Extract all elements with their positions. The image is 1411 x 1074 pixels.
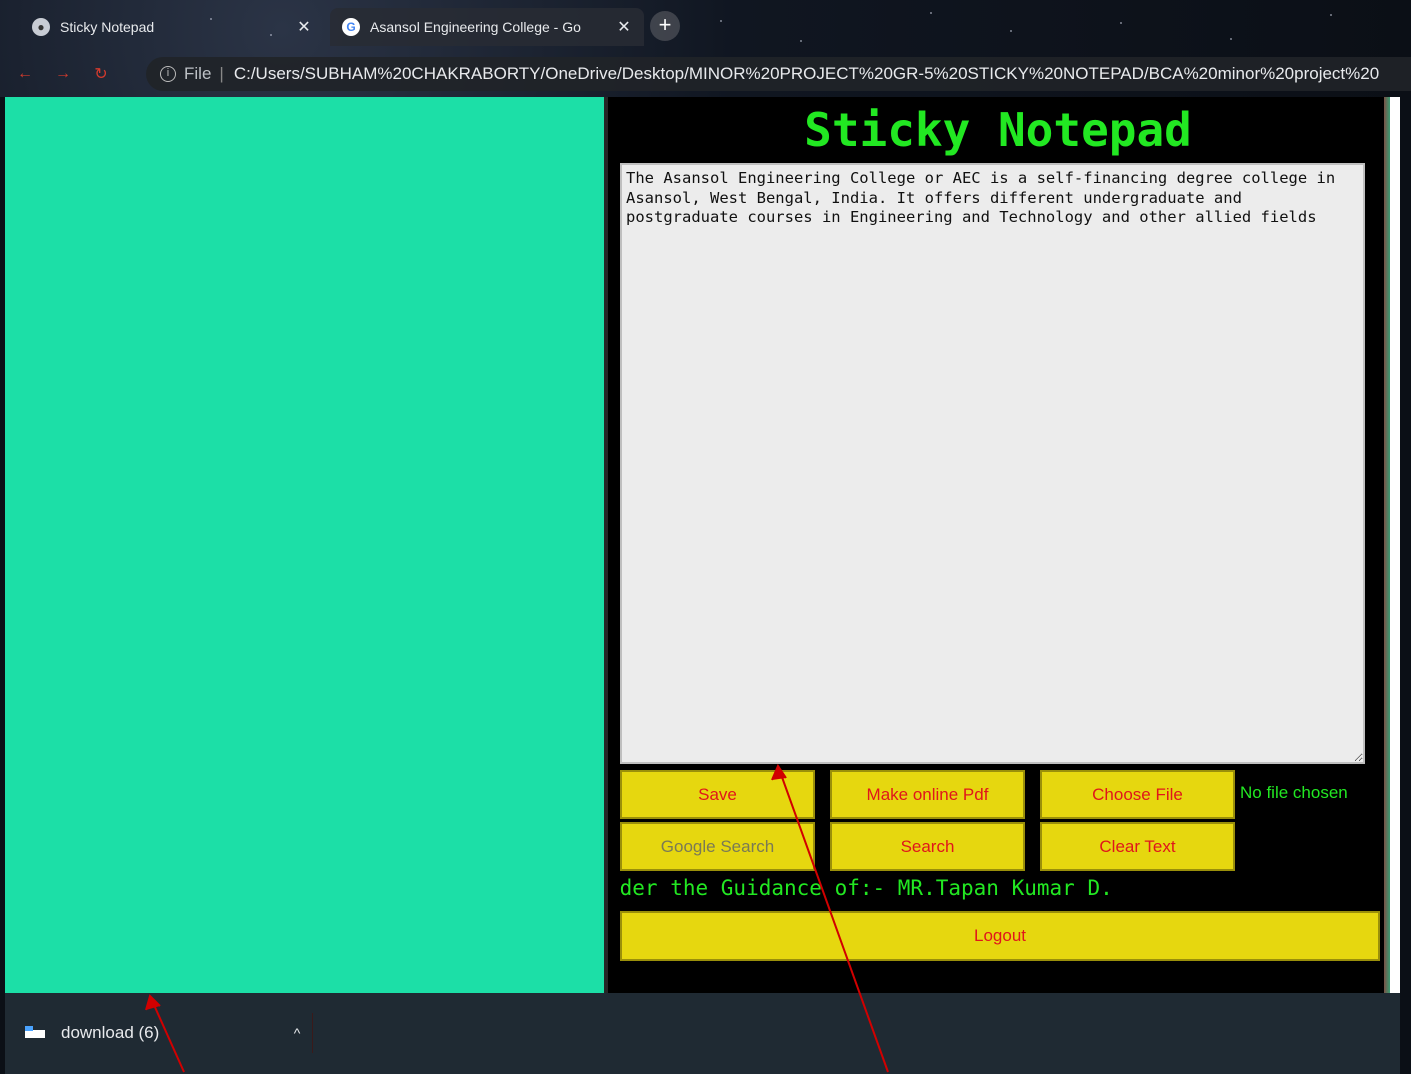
address-url[interactable]: C:/Users/SUBHAM%20CHAKRABORTY/OneDrive/D…: [234, 64, 1379, 84]
browser-chrome: ● Sticky Notepad ✕ G Asansol Engineering…: [0, 0, 1411, 97]
save-button[interactable]: Save: [620, 770, 815, 819]
chevron-up-icon[interactable]: ^: [282, 1025, 312, 1041]
download-item[interactable]: download (6) ^: [25, 1013, 313, 1053]
download-label: download (6): [61, 1023, 160, 1042]
reload-icon[interactable]: ↻: [88, 61, 114, 87]
download-shelf: download (6) ^: [5, 993, 1400, 1074]
navigation-bar: ← → ↻ i File | C:/Users/SUBHAM%20CHAKRAB…: [0, 54, 1411, 94]
make-online-pdf-button[interactable]: Make online Pdf: [830, 770, 1025, 819]
new-tab-button[interactable]: +: [650, 11, 680, 41]
file-icon: [25, 1026, 45, 1040]
close-icon[interactable]: ✕: [612, 17, 636, 37]
logout-button[interactable]: Logout: [620, 911, 1380, 961]
close-icon[interactable]: ✕: [292, 17, 316, 37]
info-icon[interactable]: i: [160, 66, 176, 82]
back-icon[interactable]: ←: [12, 61, 38, 87]
credits-marquee: nar Yadav !! Under the Guidance of:- MR.…: [620, 875, 1365, 905]
globe-icon: ●: [32, 18, 50, 36]
notepad-panel: Sticky Notepad The Asansol Engineering C…: [604, 97, 1384, 993]
address-scheme: File: [184, 64, 212, 83]
page-margin: [1390, 97, 1400, 993]
marquee-text: nar Yadav !! Under the Guidance of:- MR.…: [620, 876, 1113, 900]
forward-icon[interactable]: →: [50, 61, 76, 87]
google-search-button[interactable]: Google Search: [620, 822, 815, 871]
address-bar[interactable]: i File | C:/Users/SUBHAM%20CHAKRABORTY/O…: [146, 57, 1411, 91]
file-status-label: No file chosen: [1240, 783, 1348, 802]
clear-text-button[interactable]: Clear Text: [1040, 822, 1235, 871]
note-textarea[interactable]: The Asansol Engineering College or AEC i…: [620, 163, 1365, 764]
tab-title: Asansol Engineering College - Go: [370, 19, 581, 35]
google-g-icon: G: [342, 18, 360, 36]
page-content: Sticky Notepad The Asansol Engineering C…: [5, 97, 1400, 993]
app-title: Sticky Notepad: [804, 103, 1192, 157]
left-panel: [5, 97, 604, 993]
address-separator: |: [219, 64, 224, 83]
tab-asansol-engineering-college[interactable]: G Asansol Engineering College - Go ✕: [330, 8, 644, 46]
search-button[interactable]: Search: [830, 822, 1025, 871]
choose-file-button[interactable]: Choose File: [1040, 770, 1235, 819]
tab-title: Sticky Notepad: [60, 19, 155, 35]
tab-sticky-notepad[interactable]: ● Sticky Notepad ✕: [24, 8, 324, 46]
